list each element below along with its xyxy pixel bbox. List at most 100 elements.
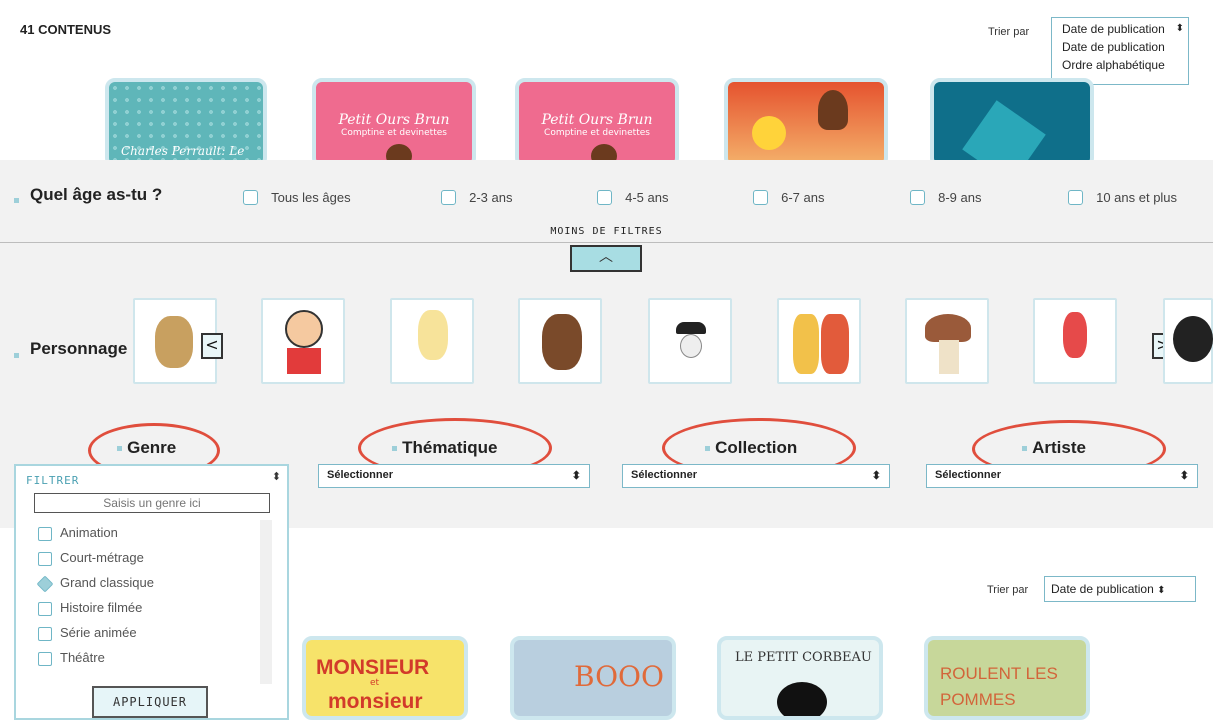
character-image xyxy=(818,90,848,130)
checkbox-icon[interactable] xyxy=(38,651,52,666)
sort-option-date[interactable]: Date de publication xyxy=(1052,38,1188,56)
genre-option-animation[interactable]: Animation xyxy=(38,520,258,545)
creature-icon xyxy=(1173,316,1213,362)
apply-button[interactable]: APPLIQUER xyxy=(92,686,208,718)
genre-dropdown[interactable]: FILTRER ⬍ Animation Court-métrage Grand … xyxy=(14,464,289,720)
age-option-8-9[interactable]: 8-9 ans xyxy=(910,187,981,206)
age-option-label: 4-5 ans xyxy=(625,190,669,205)
checkbox-icon[interactable] xyxy=(38,551,52,566)
boy1-icon xyxy=(793,314,819,374)
thematique-select-value: Sélectionner xyxy=(327,469,394,481)
age-option-label: 2-3 ans xyxy=(469,190,513,205)
age-option-4-5[interactable]: 4-5 ans xyxy=(597,187,668,206)
less-filters-label[interactable]: MOINS DE FILTRES xyxy=(0,226,1213,237)
card-title-2: POMMES xyxy=(940,690,1016,709)
card-subtitle: Comptine et devinettes xyxy=(544,128,650,138)
collection-select-value: Sélectionner xyxy=(631,469,698,481)
character-sansan[interactable] xyxy=(1033,298,1117,384)
checkbox-icon[interactable] xyxy=(38,601,52,616)
genre-option-label: Court-métrage xyxy=(60,550,144,565)
genre-search-input[interactable] xyxy=(34,493,270,513)
character-filter-title: Personnage xyxy=(30,339,128,358)
genre-option-grand-classique[interactable]: Grand classique xyxy=(36,570,258,595)
mushroom-cap-icon xyxy=(925,314,971,342)
card-title: LE PETIT CORBEAU xyxy=(735,650,872,665)
checkbox-icon[interactable] xyxy=(1068,190,1083,205)
rabbit-icon xyxy=(1063,312,1087,358)
age-option-all[interactable]: Tous les âges xyxy=(243,187,351,206)
sort-dropdown-open[interactable]: Date de publication ⬍ Date de publicatio… xyxy=(1051,17,1189,85)
age-option-10plus[interactable]: 10 ans et plus xyxy=(1068,187,1177,206)
genre-option-theatre[interactable]: Théâtre xyxy=(38,645,258,670)
characters-prev-button[interactable]: < xyxy=(201,333,223,359)
artiste-title: Artiste xyxy=(1022,438,1086,458)
card-title-2: monsieur xyxy=(328,690,423,713)
genre-option-court-metrage[interactable]: Court-métrage xyxy=(38,545,258,570)
indian-girl-icon xyxy=(542,314,582,370)
genre-title: Genre xyxy=(117,438,176,458)
thematique-title-label: Thématique xyxy=(402,438,498,457)
artiste-select-value: Sélectionner xyxy=(935,469,1002,481)
updown-icon: ⬍ xyxy=(1157,585,1166,596)
sun-icon xyxy=(752,116,786,150)
content-card[interactable]: Petit Ours Brun Comptine et devinettes xyxy=(515,78,679,168)
boy2-icon xyxy=(821,314,849,374)
content-card[interactable]: MONSIEUR et monsieur xyxy=(302,636,468,720)
character-bullet xyxy=(14,345,19,364)
genre-option-label: Grand classique xyxy=(60,575,154,590)
character-indian-girl[interactable] xyxy=(518,298,602,384)
age-option-6-7[interactable]: 6-7 ans xyxy=(753,187,824,206)
genre-option-serie-animee[interactable]: Série animée xyxy=(38,620,258,645)
content-card[interactable]: Petit Ours Brun Comptine et devinettes xyxy=(312,78,476,168)
scrollbar[interactable] xyxy=(260,520,272,684)
character-fee[interactable] xyxy=(390,298,474,384)
checkbox-icon[interactable] xyxy=(597,190,612,205)
content-card[interactable] xyxy=(930,78,1094,168)
content-card[interactable]: LE PETIT CORBEAU xyxy=(717,636,883,720)
chaplin-face-icon xyxy=(680,334,702,358)
collection-select[interactable]: Sélectionner ⬍ xyxy=(622,464,890,488)
character-chaplin[interactable] xyxy=(648,298,732,384)
sort-option-alpha[interactable]: Ordre alphabétique xyxy=(1052,56,1188,74)
character-mushroom[interactable] xyxy=(905,298,989,384)
character-boy[interactable] xyxy=(261,298,345,384)
boy-face-icon xyxy=(285,310,323,348)
card-title: MONSIEUR xyxy=(316,656,430,679)
updown-icon: ⬍ xyxy=(571,470,581,482)
sort-selected-label: Date de publication xyxy=(1062,22,1165,36)
checkbox-icon[interactable] xyxy=(243,190,258,205)
checkbox-icon[interactable] xyxy=(38,626,52,641)
content-card[interactable]: ROULENT LES POMMES xyxy=(924,636,1090,720)
checkbox-icon[interactable] xyxy=(910,190,925,205)
updown-icon: ⬍ xyxy=(1179,470,1189,482)
card-subtitle: et xyxy=(370,678,380,688)
character-two-boys[interactable] xyxy=(777,298,861,384)
character-black-creature[interactable] xyxy=(1163,298,1213,384)
content-card[interactable] xyxy=(724,78,888,168)
updown-icon: ⬍ xyxy=(871,470,881,482)
sort-label: Trier par xyxy=(988,26,1030,38)
content-card[interactable]: BOOO xyxy=(510,636,676,720)
thematique-select[interactable]: Sélectionner ⬍ xyxy=(318,464,590,488)
updown-icon: ⬍ xyxy=(271,470,281,483)
genre-option-label: Série animée xyxy=(60,625,137,640)
checkbox-icon[interactable] xyxy=(753,190,768,205)
collapse-filters-button[interactable]: ︿ xyxy=(570,245,642,272)
checked-diamond-icon[interactable] xyxy=(36,575,54,592)
sort-selected[interactable]: Date de publication ⬍ xyxy=(1052,18,1188,38)
age-option-label: Tous les âges xyxy=(271,190,351,205)
genre-option-histoire-filmee[interactable]: Histoire filmée xyxy=(38,595,258,620)
sort-select-bottom[interactable]: Date de publication ⬍ xyxy=(1044,576,1196,602)
content-card[interactable]: Charles Perrault: Le petit xyxy=(105,78,267,168)
genre-option-label: Théâtre xyxy=(60,650,105,665)
bear-drummer-icon xyxy=(155,316,193,368)
checkbox-icon[interactable] xyxy=(38,526,52,541)
card-title: Petit Ours Brun xyxy=(541,112,653,128)
artiste-select[interactable]: Sélectionner ⬍ xyxy=(926,464,1198,488)
checkbox-icon[interactable] xyxy=(441,190,456,205)
updown-icon: ⬍ xyxy=(1175,23,1184,34)
content-count: 41 CONTENUS xyxy=(20,22,112,37)
collection-title-label: Collection xyxy=(715,438,798,457)
age-option-2-3[interactable]: 2-3 ans xyxy=(441,187,512,206)
sort-label-bottom: Trier par xyxy=(987,584,1029,596)
